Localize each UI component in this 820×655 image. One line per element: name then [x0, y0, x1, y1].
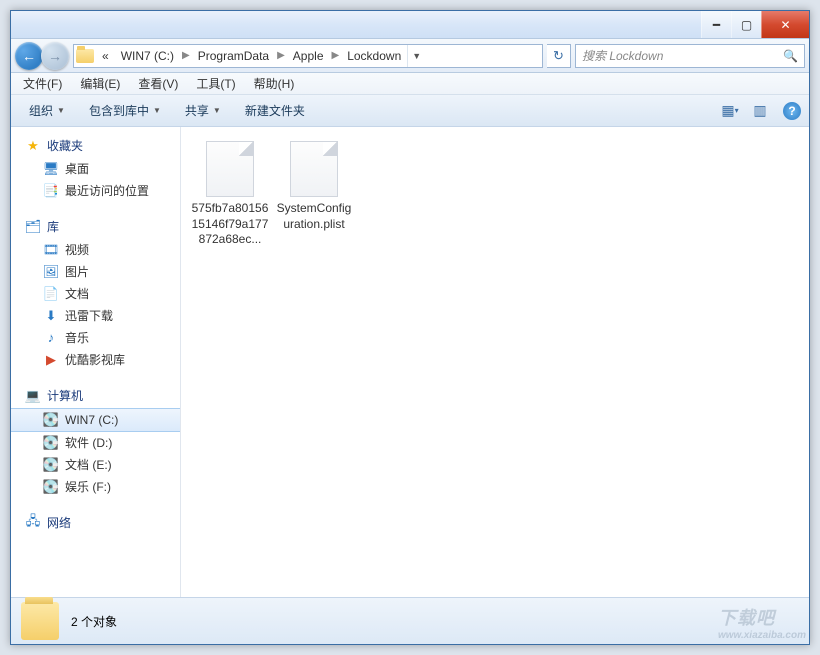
view-options-button[interactable]: ▦▾ — [717, 100, 743, 122]
sidebar-item-youku[interactable]: ▶优酷影视库 — [11, 349, 180, 371]
file-item[interactable]: 575fb7a8015615146f79a177872a68ec... — [191, 141, 269, 248]
nav-buttons: ← → — [15, 42, 69, 70]
computer-group: 💻计算机 💽WIN7 (C:) 💽软件 (D:) 💽文档 (E:) 💽娱乐 (F… — [11, 385, 180, 498]
toolbar: 组织▼ 包含到库中▼ 共享▼ 新建文件夹 ▦▾ ▥ ? — [11, 95, 809, 127]
file-icon — [290, 141, 338, 197]
organize-button[interactable]: 组织▼ — [19, 98, 75, 123]
sidebar-item-drive-f[interactable]: 💽娱乐 (F:) — [11, 476, 180, 498]
folder-icon — [74, 49, 96, 63]
chevron-down-icon: ▼ — [57, 106, 65, 115]
file-content-pane[interactable]: 575fb7a8015615146f79a177872a68ec... Syst… — [181, 127, 809, 597]
sidebar-item-music[interactable]: ♪音乐 — [11, 327, 180, 349]
video-icon: 🎞 — [43, 242, 59, 258]
computer-icon: 💻 — [25, 388, 41, 404]
favorites-header[interactable]: ★收藏夹 — [11, 135, 180, 158]
drive-icon: 💽 — [43, 479, 59, 495]
chevron-right-icon[interactable]: ▶ — [330, 50, 342, 61]
share-button[interactable]: 共享▼ — [175, 98, 231, 123]
menu-help[interactable]: 帮助(H) — [246, 73, 303, 94]
breadcrumb-2[interactable]: Apple — [287, 45, 330, 67]
search-placeholder: 搜索 Lockdown — [582, 47, 663, 64]
music-icon: ♪ — [43, 330, 59, 346]
refresh-button[interactable]: ↻ — [547, 44, 571, 68]
forward-button[interactable]: → — [41, 42, 69, 70]
sidebar-item-desktop[interactable]: 🖥桌面 — [11, 158, 180, 180]
file-icon — [206, 141, 254, 197]
menu-file[interactable]: 文件(F) — [15, 73, 70, 94]
sidebar-item-recent[interactable]: 📑最近访问的位置 — [11, 180, 180, 202]
include-button[interactable]: 包含到库中▼ — [79, 98, 171, 123]
breadcrumb-0[interactable]: WIN7 (C:) — [115, 45, 180, 67]
library-icon: 🗂 — [25, 219, 41, 235]
favorites-group: ★收藏夹 🖥桌面 📑最近访问的位置 — [11, 135, 180, 202]
file-label: 575fb7a8015615146f79a177872a68ec... — [191, 201, 269, 248]
menu-view[interactable]: 查看(V) — [130, 73, 186, 94]
help-button[interactable]: ? — [783, 102, 801, 120]
nav-row: ← → « WIN7 (C:)▶ ProgramData▶ Apple▶ Loc… — [11, 39, 809, 73]
status-count: 2 个对象 — [71, 613, 117, 630]
sidebar-item-documents[interactable]: 📄文档 — [11, 283, 180, 305]
document-icon: 📄 — [43, 286, 59, 302]
youku-icon: ▶ — [43, 352, 59, 368]
network-header[interactable]: 🖧网络 — [11, 512, 180, 535]
drive-icon: 💽 — [43, 412, 59, 428]
menu-tools[interactable]: 工具(T) — [188, 73, 243, 94]
sidebar-item-video[interactable]: 🎞视频 — [11, 239, 180, 261]
address-bar[interactable]: « WIN7 (C:)▶ ProgramData▶ Apple▶ Lockdow… — [73, 44, 543, 68]
sidebar-item-drive-c[interactable]: 💽WIN7 (C:) — [11, 408, 180, 432]
chevron-down-icon: ▼ — [153, 106, 161, 115]
status-bar: 2 个对象 — [11, 597, 809, 644]
menu-bar: 文件(F) 编辑(E) 查看(V) 工具(T) 帮助(H) — [11, 73, 809, 95]
file-label: SystemConfiguration.plist — [275, 201, 353, 232]
folder-icon — [21, 602, 59, 640]
chevron-down-icon: ▼ — [213, 106, 221, 115]
sidebar-item-drive-e[interactable]: 💽文档 (E:) — [11, 454, 180, 476]
nav-sidebar: ★收藏夹 🖥桌面 📑最近访问的位置 🗂库 🎞视频 🖼图片 📄文档 ⬇迅雷下载 ♪… — [11, 127, 181, 597]
search-icon[interactable]: 🔍 — [783, 49, 798, 63]
network-group: 🖧网络 — [11, 512, 180, 535]
breadcrumb-3[interactable]: Lockdown — [341, 45, 407, 67]
preview-pane-button[interactable]: ▥ — [747, 100, 773, 122]
picture-icon: 🖼 — [43, 264, 59, 280]
minimize-button[interactable]: ━ — [701, 11, 731, 38]
address-dropdown[interactable]: ▼ — [407, 45, 425, 67]
explorer-window: ━ ▢ ✕ ← → « WIN7 (C:)▶ ProgramData▶ Appl… — [10, 10, 810, 645]
back-button[interactable]: ← — [15, 42, 43, 70]
file-item[interactable]: SystemConfiguration.plist — [275, 141, 353, 248]
computer-header[interactable]: 💻计算机 — [11, 385, 180, 408]
sidebar-item-xunlei[interactable]: ⬇迅雷下载 — [11, 305, 180, 327]
chevron-right-icon[interactable]: ▶ — [275, 50, 287, 61]
breadcrumb-1[interactable]: ProgramData — [192, 45, 275, 67]
menu-edit[interactable]: 编辑(E) — [72, 73, 128, 94]
maximize-button[interactable]: ▢ — [731, 11, 761, 38]
sidebar-item-drive-d[interactable]: 💽软件 (D:) — [11, 432, 180, 454]
libraries-group: 🗂库 🎞视频 🖼图片 📄文档 ⬇迅雷下载 ♪音乐 ▶优酷影视库 — [11, 216, 180, 371]
download-icon: ⬇ — [43, 308, 59, 324]
star-icon: ★ — [25, 138, 41, 154]
chevron-right-icon[interactable]: ▶ — [180, 50, 192, 61]
network-icon: 🖧 — [25, 515, 41, 531]
watermark: 下载吧 www.xiazaiba.com — [718, 604, 806, 641]
body-area: ★收藏夹 🖥桌面 📑最近访问的位置 🗂库 🎞视频 🖼图片 📄文档 ⬇迅雷下载 ♪… — [11, 127, 809, 597]
sidebar-item-pictures[interactable]: 🖼图片 — [11, 261, 180, 283]
newfolder-button[interactable]: 新建文件夹 — [235, 98, 315, 123]
drive-icon: 💽 — [43, 457, 59, 473]
search-input[interactable]: 搜索 Lockdown 🔍 — [575, 44, 805, 68]
recent-icon: 📑 — [43, 183, 59, 199]
drive-icon: 💽 — [43, 435, 59, 451]
libraries-header[interactable]: 🗂库 — [11, 216, 180, 239]
crumb-prefix: « — [96, 45, 115, 67]
titlebar: ━ ▢ ✕ — [11, 11, 809, 39]
desktop-icon: 🖥 — [43, 161, 59, 177]
close-button[interactable]: ✕ — [761, 11, 809, 38]
